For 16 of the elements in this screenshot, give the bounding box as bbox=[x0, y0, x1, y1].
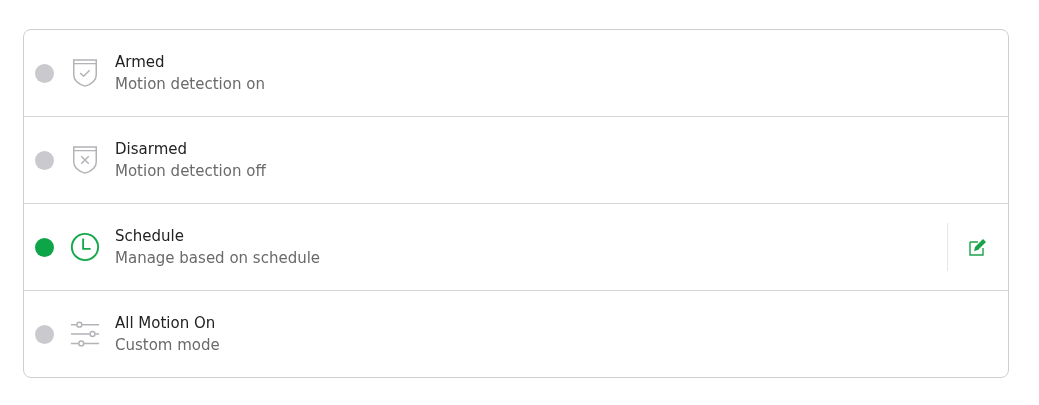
mode-description: Motion detection off bbox=[115, 161, 267, 182]
mode-description: Motion detection on bbox=[115, 74, 266, 95]
mode-title: Schedule bbox=[115, 226, 185, 247]
mode-title: Armed bbox=[115, 52, 166, 73]
shield-x-icon bbox=[70, 145, 100, 175]
radio-button[interactable] bbox=[35, 237, 54, 257]
mode-title: All Motion On bbox=[115, 313, 217, 334]
shield-check-icon bbox=[70, 58, 100, 88]
mode-title: Disarmed bbox=[115, 139, 188, 160]
radio-button[interactable] bbox=[35, 63, 54, 83]
mode-description: Manage based on schedule bbox=[115, 248, 322, 269]
clock-icon bbox=[70, 232, 100, 262]
radio-button[interactable] bbox=[35, 150, 54, 170]
mode-description: Custom mode bbox=[115, 335, 221, 356]
sliders-icon bbox=[70, 319, 100, 349]
radio-button[interactable] bbox=[35, 324, 54, 344]
